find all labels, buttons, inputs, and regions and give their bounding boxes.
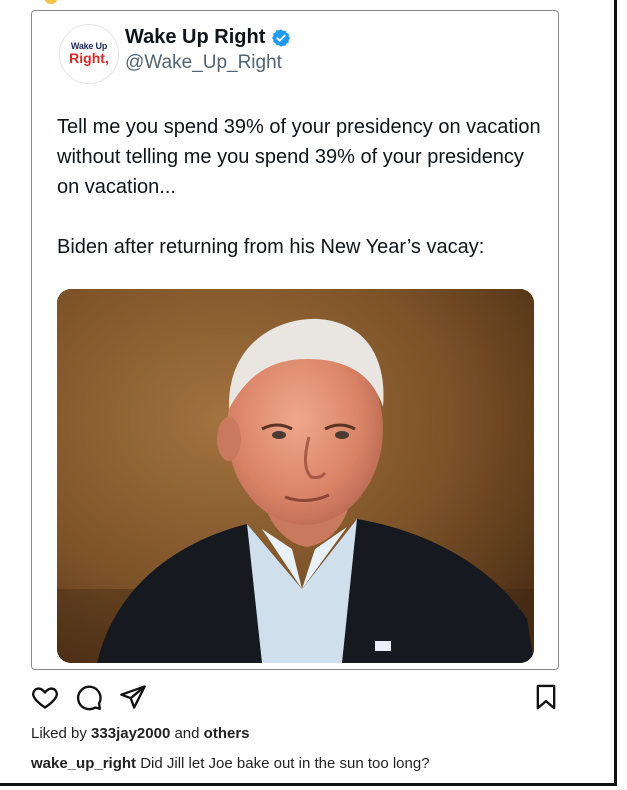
embedded-tweet-card: Wake Up Right, Wake Up Right @Wake_Up_Ri… bbox=[31, 10, 559, 670]
tweet-author[interactable]: Wake Up Right bbox=[125, 26, 291, 49]
post-caption: wake_up_right Did Jill let Joe bake out … bbox=[31, 755, 430, 772]
caption-username-link[interactable]: wake_up_right bbox=[31, 755, 136, 772]
send-icon bbox=[120, 685, 146, 709]
likes-others-link[interactable]: others bbox=[204, 725, 250, 742]
photo-illustration bbox=[57, 289, 534, 663]
tweet-display-name[interactable]: Wake Up Right bbox=[125, 26, 265, 49]
save-button[interactable] bbox=[531, 682, 561, 712]
like-button[interactable] bbox=[30, 682, 60, 712]
likes-prefix: Liked by bbox=[31, 725, 87, 742]
verified-badge-icon bbox=[272, 28, 291, 47]
bookmark-icon bbox=[536, 684, 556, 710]
post-action-bar bbox=[0, 678, 617, 718]
likes-summary: Liked by 333jay2000 and others bbox=[31, 725, 250, 742]
comment-icon bbox=[76, 685, 102, 711]
share-button[interactable] bbox=[118, 682, 148, 712]
tweet-handle[interactable]: @Wake_Up_Right bbox=[125, 52, 282, 74]
liked-by-user-link[interactable]: 333jay2000 bbox=[91, 725, 170, 742]
heart-icon bbox=[32, 687, 58, 709]
likes-joiner: and bbox=[174, 725, 200, 742]
tweet-photo[interactable] bbox=[57, 289, 534, 663]
tweet-text: Tell me you spend 39% of your presidency… bbox=[57, 116, 541, 258]
avatar-logo-text-bottom: Right, bbox=[69, 50, 109, 66]
caption-text: Did Jill let Joe bake out in the sun too… bbox=[140, 755, 430, 772]
comment-button[interactable] bbox=[74, 682, 104, 712]
tweet-avatar[interactable]: Wake Up Right, bbox=[59, 24, 119, 84]
